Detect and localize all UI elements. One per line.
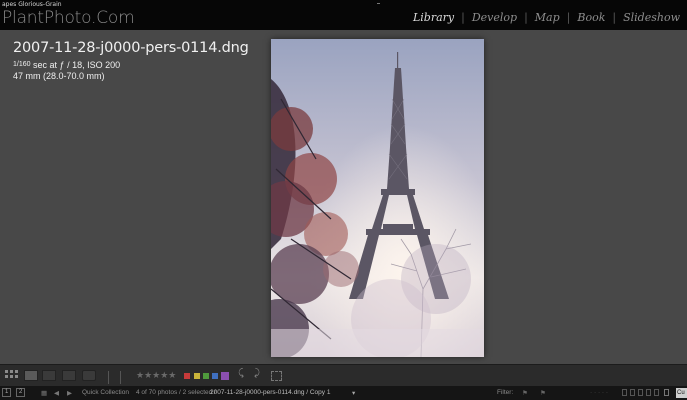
current-file-path[interactable]: 2007-11-28-j0000-pers-0114.dng / Copy 1 xyxy=(210,389,330,396)
filter-label: Filter: xyxy=(497,389,514,396)
color-filter-3[interactable] xyxy=(638,389,643,396)
library-toolbar: ★★★★★ ⤹ ⤸ xyxy=(0,364,687,386)
filmstrip-header: 1 2 ▦ ◀ ▶ Quick Collection 4 of 70 photo… xyxy=(0,386,687,400)
loupe-view: 2007-11-28-j0000-pers-0114.dng 1/160 sec… xyxy=(0,30,687,364)
lens-info: 47 mm (28.0-70.0 mm) xyxy=(13,71,105,81)
color-label-blue[interactable] xyxy=(212,373,218,379)
rating-filter-dots[interactable]: · · · · · xyxy=(590,389,608,396)
secondary-window-1-icon[interactable]: 1 xyxy=(2,388,11,397)
grid-view-icon[interactable] xyxy=(5,369,19,382)
rating-filter-icon[interactable]: ⚑ xyxy=(540,389,546,397)
identity-plate-logo: PlantPhoto.Com xyxy=(2,8,135,28)
rotate-right-icon[interactable]: ⤸ xyxy=(254,368,264,381)
window-1-label: 1 xyxy=(5,389,9,395)
people-view-icon[interactable] xyxy=(82,370,96,381)
flag-reject-icon[interactable] xyxy=(120,371,128,384)
window-2-label: 2 xyxy=(19,389,23,395)
shutter-fraction: 1/160 xyxy=(13,61,31,68)
module-slideshow[interactable]: Slideshow xyxy=(616,11,687,24)
color-label-green[interactable] xyxy=(203,373,209,379)
photo-count: 4 of 70 photos / 2 selected / xyxy=(136,389,216,396)
window-title: apes Glorious-Grain xyxy=(2,1,62,8)
color-label-yellow[interactable] xyxy=(194,373,200,379)
panel-collapse-marker[interactable] xyxy=(377,3,380,4)
photo-image xyxy=(271,39,484,357)
custom-filter-dropdown[interactable]: Cu xyxy=(676,388,687,398)
module-develop[interactable]: Develop xyxy=(465,11,524,24)
filmstrip-grid-icon[interactable]: ▦ xyxy=(41,389,47,397)
flag-pick-icon[interactable] xyxy=(108,371,116,384)
path-dropdown-icon[interactable]: ▾ xyxy=(352,389,355,397)
photo-filename: 2007-11-28-j0000-pers-0114.dng xyxy=(13,40,249,56)
forward-arrow-icon[interactable]: ▶ xyxy=(67,389,72,397)
shutter-numerator: 1 xyxy=(13,61,17,68)
color-filter-2[interactable] xyxy=(630,389,635,396)
module-library[interactable]: Library xyxy=(406,11,461,24)
exposure-info: 1/160 sec at ƒ / 18, ISO 200 47 mm (28.0… xyxy=(13,59,249,82)
compare-view-icon[interactable] xyxy=(42,370,56,381)
exposure-line: 1/160 sec at ƒ / 18, ISO 200 xyxy=(13,59,249,71)
back-arrow-icon[interactable]: ◀ xyxy=(54,389,59,397)
exposure-settings: sec at ƒ / 18, ISO 200 xyxy=(30,60,121,70)
survey-view-icon[interactable] xyxy=(62,370,76,381)
flag-filter-icon[interactable]: ⚑ xyxy=(522,389,528,397)
shutter-denominator: 160 xyxy=(18,61,31,68)
color-filter-1[interactable] xyxy=(622,389,627,396)
module-book[interactable]: Book xyxy=(570,11,612,24)
eiffel-tower-photo[interactable] xyxy=(271,39,484,357)
identity-plate-bar: apes Glorious-Grain PlantPhoto.Com Libra… xyxy=(0,0,687,30)
star-rating[interactable]: ★★★★★ xyxy=(136,370,176,381)
color-filter-5[interactable] xyxy=(654,389,659,396)
source-label[interactable]: Quick Collection xyxy=(82,389,129,396)
kind-filter-icon[interactable] xyxy=(664,389,669,396)
rotate-left-icon[interactable]: ⤹ xyxy=(238,368,248,381)
color-label-purple[interactable] xyxy=(221,372,229,380)
loupe-view-icon[interactable] xyxy=(24,370,38,381)
secondary-window-2-icon[interactable]: 2 xyxy=(16,388,25,397)
info-overlay: 2007-11-28-j0000-pers-0114.dng 1/160 sec… xyxy=(13,40,249,82)
crop-overlay-icon[interactable] xyxy=(271,371,282,381)
module-picker: Library | Develop | Map | Book | Slidesh… xyxy=(406,11,687,24)
module-map[interactable]: Map xyxy=(528,11,567,24)
color-filter-4[interactable] xyxy=(646,389,651,396)
color-label-red[interactable] xyxy=(184,373,190,379)
